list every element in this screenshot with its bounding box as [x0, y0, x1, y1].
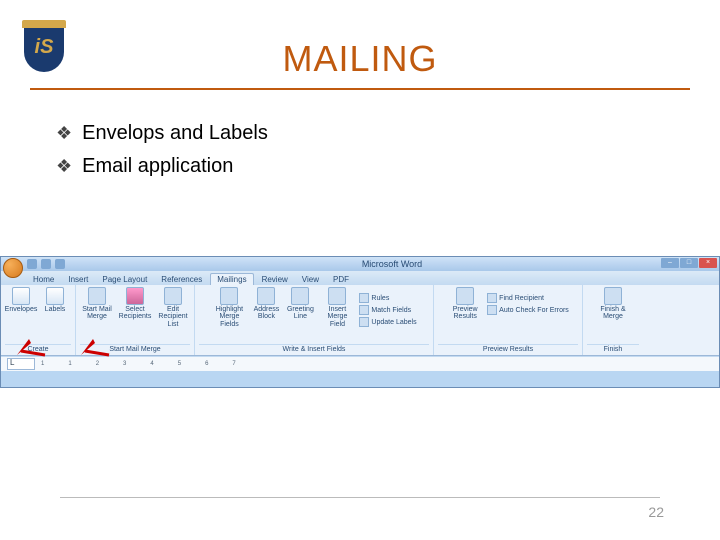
- bullet-item: ❖ Envelops and Labels: [56, 118, 268, 149]
- start-mail-merge-button[interactable]: Start Mail Merge: [80, 287, 114, 321]
- greeting-icon: [291, 287, 309, 305]
- highlight-icon: [220, 287, 238, 305]
- envelopes-button[interactable]: Envelopes: [6, 287, 36, 313]
- greeting-line-button[interactable]: Greeting Line: [285, 287, 315, 321]
- merge-field-icon: [328, 287, 346, 305]
- save-icon[interactable]: [27, 259, 37, 269]
- office-button-icon[interactable]: [3, 258, 23, 278]
- page-number: 22: [648, 504, 664, 520]
- group-write-insert: Highlight Merge Fields Address Block Gre…: [195, 285, 434, 355]
- tab-selector[interactable]: [7, 358, 35, 370]
- word-screenshot: Microsoft Word – □ × Home Insert Page La…: [0, 256, 720, 388]
- title-underline: [30, 88, 690, 90]
- labels-button[interactable]: Labels: [40, 287, 70, 313]
- bullet-text: Email application: [82, 151, 233, 182]
- label-icon: [46, 287, 64, 305]
- mail-merge-icon: [88, 287, 106, 305]
- tab-mailings[interactable]: Mailings: [210, 273, 253, 285]
- word-titlebar: Microsoft Word – □ ×: [1, 257, 719, 271]
- finish-icon: [604, 287, 622, 305]
- preview-icon: [456, 287, 474, 305]
- auto-check-errors-button[interactable]: Auto Check For Errors: [487, 305, 569, 315]
- match-fields-button[interactable]: Match Fields: [359, 305, 416, 315]
- bullet-text: Envelops and Labels: [82, 118, 268, 149]
- ruler[interactable]: 11234567: [1, 356, 719, 371]
- tab-references[interactable]: References: [155, 274, 208, 285]
- tab-insert[interactable]: Insert: [62, 274, 94, 285]
- edit-list-icon: [164, 287, 182, 305]
- group-finish: Finish & Merge Finish: [583, 285, 643, 355]
- slide-title: MAILING: [0, 38, 720, 80]
- bullet-list: ❖ Envelops and Labels ❖ Email application: [56, 118, 268, 184]
- diamond-bullet-icon: ❖: [56, 120, 72, 148]
- quick-access-toolbar[interactable]: [27, 259, 65, 269]
- find-recipient-button[interactable]: Find Recipient: [487, 293, 569, 303]
- rules-button[interactable]: Rules: [359, 293, 416, 303]
- preview-results-button[interactable]: Preview Results: [447, 287, 483, 321]
- callout-arrow-icon: [79, 337, 113, 357]
- callout-arrow-icon: [15, 337, 49, 357]
- insert-merge-field-button[interactable]: Insert Merge Field: [319, 287, 355, 328]
- minimize-button[interactable]: –: [661, 258, 679, 268]
- diamond-bullet-icon: ❖: [56, 153, 72, 181]
- select-recipients-button[interactable]: Select Recipients: [118, 287, 152, 321]
- tab-home[interactable]: Home: [27, 274, 60, 285]
- tab-page-layout[interactable]: Page Layout: [96, 274, 153, 285]
- window-title: Microsoft Word: [65, 259, 719, 269]
- tab-pdf[interactable]: PDF: [327, 274, 355, 285]
- recipients-icon: [126, 287, 144, 305]
- update-labels-button[interactable]: Update Labels: [359, 317, 416, 327]
- maximize-button[interactable]: □: [680, 258, 698, 268]
- ribbon-tabs: Home Insert Page Layout References Maili…: [1, 271, 719, 285]
- edit-recipient-list-button[interactable]: Edit Recipient List: [156, 287, 190, 328]
- address-icon: [257, 287, 275, 305]
- envelope-icon: [12, 287, 30, 305]
- redo-icon[interactable]: [55, 259, 65, 269]
- ruler-ticks: 11234567: [41, 361, 236, 367]
- close-button[interactable]: ×: [699, 258, 717, 268]
- undo-icon[interactable]: [41, 259, 51, 269]
- finish-merge-button[interactable]: Finish & Merge: [595, 287, 631, 321]
- tab-review[interactable]: Review: [256, 274, 294, 285]
- address-block-button[interactable]: Address Block: [251, 287, 281, 321]
- group-preview-results: Preview Results Find Recipient Auto Chec…: [434, 285, 583, 355]
- footer-divider: [60, 497, 660, 498]
- bullet-item: ❖ Email application: [56, 151, 268, 182]
- tab-view[interactable]: View: [296, 274, 325, 285]
- highlight-merge-fields-button[interactable]: Highlight Merge Fields: [211, 287, 247, 328]
